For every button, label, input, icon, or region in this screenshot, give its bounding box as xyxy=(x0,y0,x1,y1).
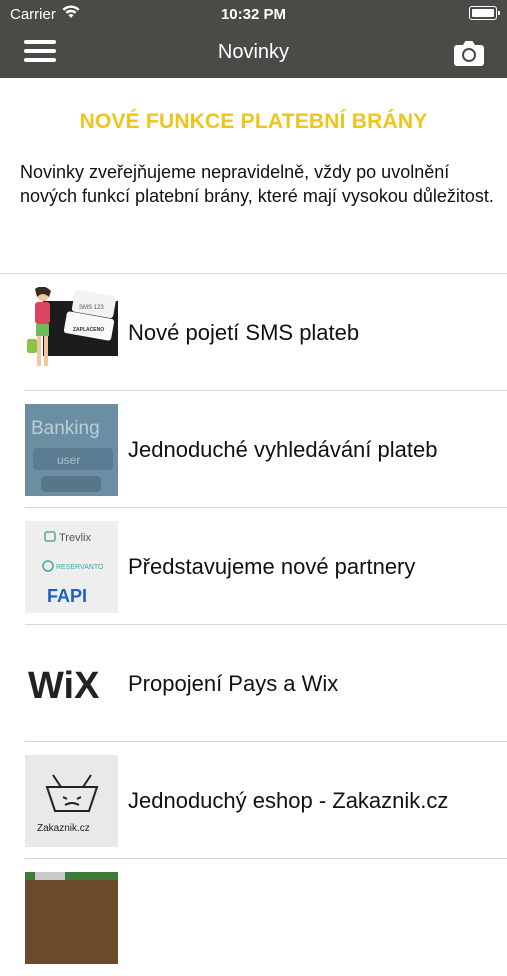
trevlix-text: Trevlix xyxy=(59,532,91,544)
news-item-sms[interactable]: SMS 123 ZAPLACENO Nové pojetí SMS plateb xyxy=(0,274,507,391)
status-bar: Carrier 10:32 PM xyxy=(0,0,507,28)
news-item-title: Jednoduché vyhledávání plateb xyxy=(128,437,438,462)
banking-user-text: user xyxy=(57,453,80,467)
news-item-title: Propojení Pays a Wix xyxy=(128,671,339,696)
news-item-title: Představujeme nové partnery xyxy=(128,554,416,579)
news-thumbnail: Zakaznik.cz xyxy=(25,755,118,847)
intro-text: Novinky zveřejňujeme nepravidelně, vždy … xyxy=(20,162,494,206)
sms-card-bottom-text: ZAPLACENO xyxy=(73,327,104,333)
news-thumbnail: Banking user xyxy=(25,404,118,496)
status-time: 10:32 PM xyxy=(220,6,287,23)
navigation-bar: Novinky xyxy=(0,28,507,78)
news-item-title: Nové pojetí SMS plateb xyxy=(128,320,360,345)
news-item-partners[interactable]: Trevlix RESERVANTO FAPI Představujeme no… xyxy=(0,508,507,625)
sms-card-top-text: SMS 123 xyxy=(79,305,104,311)
battery-icon xyxy=(469,6,500,20)
news-item-zakaznik[interactable]: Zakaznik.cz Jednoduchý eshop - Zakaznik.… xyxy=(0,742,507,859)
camera-icon[interactable] xyxy=(453,39,485,67)
news-item-title: Jednoduchý eshop - Zakaznik.cz xyxy=(128,788,449,813)
page-title: Novinky xyxy=(217,41,290,63)
news-thumbnail: WiX xyxy=(25,638,118,730)
news-thumbnail: SMS 123 ZAPLACENO xyxy=(25,287,118,379)
news-item-partial[interactable] xyxy=(0,859,507,976)
reservanto-text: RESERVANTO xyxy=(56,564,104,571)
section-headline: NOVÉ FUNKCE PLATEBNÍ BRÁNY xyxy=(79,110,428,133)
zakaznik-logo-text: Zakaznik.cz xyxy=(37,823,90,834)
news-thumbnail: Trevlix RESERVANTO FAPI xyxy=(25,521,118,613)
fapi-text: FAPI xyxy=(47,586,87,606)
news-thumbnail xyxy=(25,872,118,964)
news-item-search[interactable]: Banking user Jednoduché vyhledávání plat… xyxy=(0,391,507,508)
banking-text: Banking xyxy=(31,418,100,439)
news-item-wix[interactable]: WiX Propojení Pays a Wix xyxy=(0,625,507,742)
wix-logo-text: WiX xyxy=(28,665,100,707)
